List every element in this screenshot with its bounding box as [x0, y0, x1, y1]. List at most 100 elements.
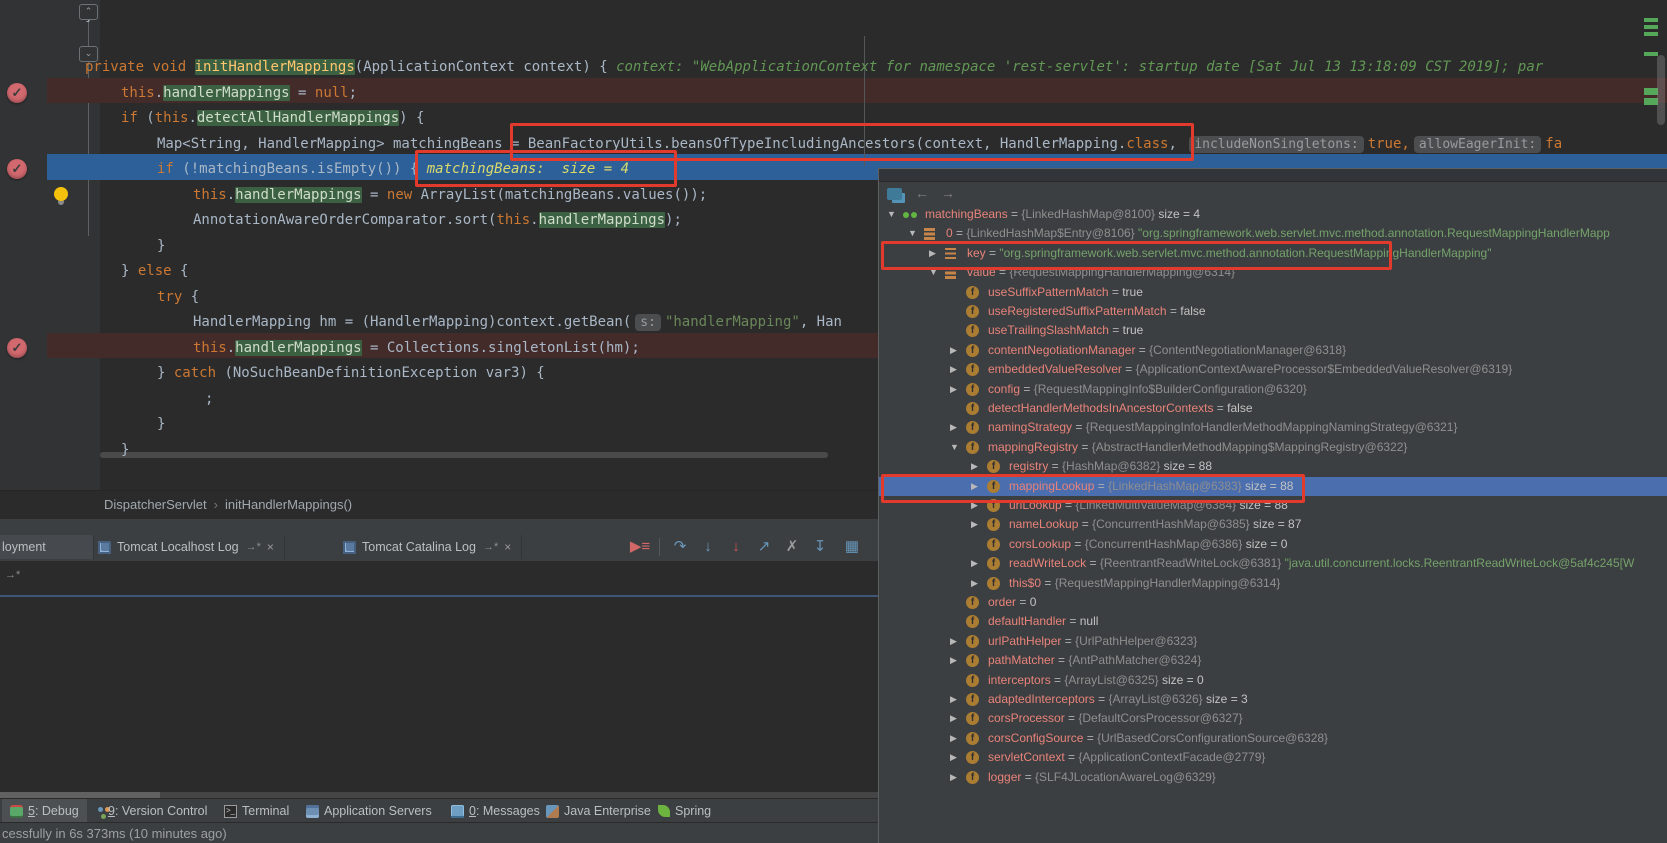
- code-line[interactable]: } else {: [121, 259, 188, 285]
- variable-row-nameLookup[interactable]: ▶fnameLookup = {ConcurrentHashMap@6385} …: [879, 515, 1667, 534]
- code-line[interactable]: this.handlerMappings = new ArrayList(mat…: [193, 183, 707, 209]
- variable-row-useTrailingSlashMatch[interactable]: fuseTrailingSlashMatch = true: [879, 321, 1667, 340]
- step-out-icon[interactable]: ↗: [752, 536, 776, 558]
- force-step-into-icon[interactable]: ↓: [724, 536, 748, 558]
- expand-icon[interactable]: ▶: [971, 574, 978, 593]
- code-line[interactable]: if (this.detectAllHandlerMappings) {: [121, 106, 424, 132]
- code-line[interactable]: }: [121, 438, 129, 464]
- variable-row-mappingLookup[interactable]: ▶fmappingLookup = {LinkedHashMap@6383} s…: [879, 477, 1667, 496]
- step-into-icon[interactable]: ↓: [696, 536, 720, 558]
- editor-scrollbar-thumb[interactable]: [1657, 55, 1665, 125]
- variable-row-contentNegotiationManager[interactable]: ▶fcontentNegotiationManager = {ContentNe…: [879, 341, 1667, 360]
- toolwindow-button-application-servers[interactable]: Application Servers: [298, 799, 440, 823]
- breakpoint-icon[interactable]: ✓: [7, 338, 27, 358]
- code-line[interactable]: }: [157, 234, 165, 260]
- expand-icon[interactable]: ▶: [971, 457, 978, 476]
- expand-icon[interactable]: ▶: [950, 341, 957, 360]
- code-line[interactable]: this.handlerMappings = null;: [121, 81, 357, 107]
- code-line[interactable]: }: [157, 412, 165, 438]
- code-line[interactable]: HandlerMapping hm = (HandlerMapping)cont…: [193, 310, 842, 336]
- code-line[interactable]: } catch (NoSuchBeanDefinitionException v…: [157, 361, 545, 387]
- evaluate-expression-icon[interactable]: ▦: [840, 536, 864, 558]
- breadcrumb-method[interactable]: initHandlerMappings(): [225, 497, 352, 512]
- code-line[interactable]: private void initHandlerMappings(Applica…: [85, 55, 1543, 81]
- variable-row-corsProcessor[interactable]: ▶fcorsProcessor = {DefaultCorsProcessor@…: [879, 709, 1667, 728]
- collapse-icon[interactable]: ▼: [929, 263, 938, 282]
- intention-bulb-icon[interactable]: [54, 187, 68, 201]
- variable-row-useSuffixPatternMatch[interactable]: fuseSuffixPatternMatch = true: [879, 283, 1667, 302]
- run-to-cursor-icon[interactable]: ↧: [808, 536, 832, 558]
- code-line[interactable]: ;: [205, 387, 213, 413]
- toolwindow-button-java-enterprise[interactable]: Java Enterprise: [538, 799, 659, 823]
- code-line[interactable]: AnnotationAwareOrderComparator.sort(this…: [193, 208, 682, 234]
- tab-tomcat-catalina-log[interactable]: Tomcat Catalina Log→*×: [333, 535, 522, 559]
- code-line[interactable]: this.handlerMappings = Collections.singl…: [193, 336, 640, 362]
- change-marker[interactable]: [1644, 88, 1658, 95]
- variable-row-namingStrategy[interactable]: ▶fnamingStrategy = {RequestMappingInfoHa…: [879, 418, 1667, 437]
- code-line[interactable]: Map<String, HandlerMapping> matchingBean…: [157, 132, 1562, 158]
- variable-row-urlPathHelper[interactable]: ▶furlPathHelper = {UrlPathHelper@6323}: [879, 632, 1667, 651]
- variable-row-key[interactable]: ▶key = "org.springframework.web.servlet.…: [879, 244, 1667, 263]
- variable-row-readWriteLock[interactable]: ▶freadWriteLock = {ReentrantReadWriteLoc…: [879, 554, 1667, 573]
- change-marker[interactable]: [1644, 18, 1658, 22]
- toolwindow-button-terminal[interactable]: >_Terminal: [216, 799, 297, 823]
- expand-icon[interactable]: ▶: [971, 496, 978, 515]
- variable-row-embeddedValueResolver[interactable]: ▶fembeddedValueResolver = {ApplicationCo…: [879, 360, 1667, 379]
- expand-icon[interactable]: ▶: [950, 748, 957, 767]
- breakpoint-icon[interactable]: ✓: [7, 159, 27, 179]
- variable-row-adaptedInterceptors[interactable]: ▶fadaptedInterceptors = {ArrayList@6326}…: [879, 690, 1667, 709]
- toolwindow-button-messages[interactable]: 0: Messages: [443, 799, 548, 823]
- expand-icon[interactable]: ▶: [950, 709, 957, 728]
- change-marker[interactable]: [1644, 32, 1658, 36]
- expand-icon[interactable]: ▶: [950, 632, 957, 651]
- expand-icon[interactable]: ▶: [971, 477, 978, 496]
- code-line[interactable]: try {: [157, 285, 199, 311]
- change-marker[interactable]: [1644, 25, 1658, 29]
- toolwindow-button-spring[interactable]: Spring: [650, 799, 719, 823]
- toolwindow-button-debug[interactable]: 5: Debug: [2, 799, 87, 823]
- tab-deployment[interactable]: loyment: [0, 535, 94, 559]
- collapse-icon[interactable]: ▼: [950, 438, 959, 457]
- expand-icon[interactable]: ▶: [950, 729, 957, 748]
- variable-row-this$0[interactable]: ▶fthis$0 = {RequestMappingHandlerMapping…: [879, 574, 1667, 593]
- close-icon[interactable]: ×: [504, 540, 511, 554]
- expand-icon[interactable]: ▶: [950, 768, 957, 787]
- variable-row-logger[interactable]: ▶flogger = {SLF4JLocationAwareLog@6329}: [879, 768, 1667, 787]
- expand-icon[interactable]: ▶: [950, 690, 957, 709]
- collapse-icon[interactable]: ▼: [887, 205, 896, 224]
- breadcrumb-class[interactable]: DispatcherServlet: [104, 497, 207, 512]
- breakpoint-icon[interactable]: ✓: [7, 83, 27, 103]
- variable-row-order[interactable]: forder = 0: [879, 593, 1667, 612]
- tab-tomcat-localhost-log[interactable]: Tomcat Localhost Log→*×: [88, 535, 285, 559]
- close-icon[interactable]: ×: [267, 540, 274, 554]
- back-icon[interactable]: ←: [915, 185, 929, 201]
- editor-hscrollbar[interactable]: [100, 452, 828, 458]
- console-overflow-icon[interactable]: →*: [5, 569, 20, 581]
- variable-row-corsLookup[interactable]: fcorsLookup = {ConcurrentHashMap@6386} s…: [879, 535, 1667, 554]
- variable-row-urlLookup[interactable]: ▶furlLookup = {LinkedMultiValueMap@6384}…: [879, 496, 1667, 515]
- variable-row-pathMatcher[interactable]: ▶fpathMatcher = {AntPathMatcher@6324}: [879, 651, 1667, 670]
- toolwindow-button-version-control[interactable]: 9: Version Control: [90, 799, 215, 823]
- variable-row-mappingRegistry[interactable]: ▼fmappingRegistry = {AbstractHandlerMeth…: [879, 438, 1667, 457]
- variable-row-corsConfigSource[interactable]: ▶fcorsConfigSource = {UrlBasedCorsConfig…: [879, 729, 1667, 748]
- variable-row-registry[interactable]: ▶fregistry = {HashMap@6382} size = 88: [879, 457, 1667, 476]
- expand-icon[interactable]: ▶: [971, 554, 978, 573]
- change-marker[interactable]: [1644, 52, 1658, 56]
- expand-icon[interactable]: ▶: [929, 244, 936, 263]
- variables-view-icon[interactable]: [887, 188, 902, 200]
- variable-row-value[interactable]: ▼value = {RequestMappingHandlerMapping@6…: [879, 263, 1667, 282]
- fold-collapse-icon[interactable]: ⌃: [79, 4, 98, 20]
- expand-icon[interactable]: ▶: [950, 651, 957, 670]
- drop-frame-icon[interactable]: ✗: [780, 536, 804, 558]
- variable-row-matchingBeans[interactable]: ▼matchingBeans = {LinkedHashMap@8100} si…: [879, 205, 1667, 224]
- variable-row-interceptors[interactable]: finterceptors = {ArrayList@6325} size = …: [879, 671, 1667, 690]
- change-marker[interactable]: [1644, 98, 1658, 105]
- variable-row-servletContext[interactable]: ▶fservletContext = {ApplicationContextFa…: [879, 748, 1667, 767]
- show-execution-point-icon[interactable]: ▶≡: [628, 536, 652, 558]
- code-line[interactable]: if (!matchingBeans.isEmpty()) { matching…: [157, 157, 629, 183]
- expand-icon[interactable]: ▶: [971, 515, 978, 534]
- expand-icon[interactable]: ▶: [950, 418, 957, 437]
- expand-icon[interactable]: ▶: [950, 360, 957, 379]
- variable-row-config[interactable]: ▶fconfig = {RequestMappingInfo$BuilderCo…: [879, 380, 1667, 399]
- variable-row-0[interactable]: ▼0 = {LinkedHashMap$Entry@8106} "org.spr…: [879, 224, 1667, 243]
